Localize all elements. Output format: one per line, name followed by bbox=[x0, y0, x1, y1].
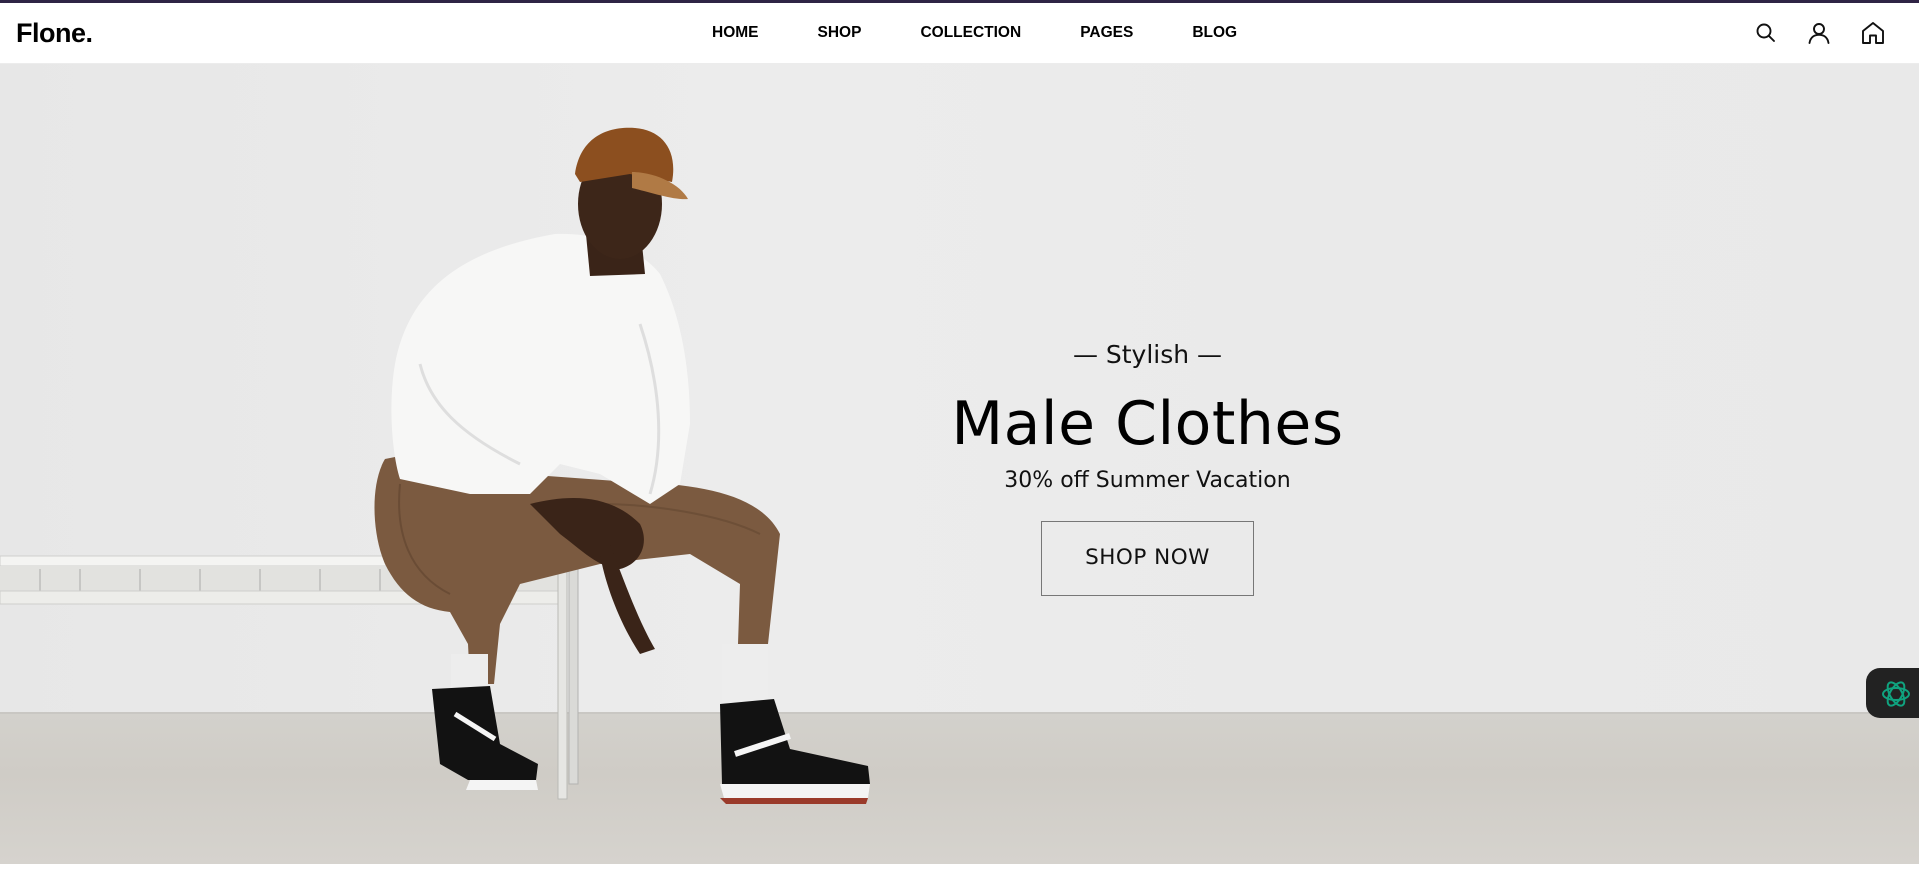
ai-assistant-icon bbox=[1882, 681, 1910, 707]
search-icon[interactable] bbox=[1753, 20, 1779, 46]
header-icons bbox=[0, 3, 1919, 64]
hero-headline: Male Clothes bbox=[951, 389, 1344, 459]
below-hero-area bbox=[0, 864, 1919, 896]
shop-now-button[interactable]: SHOP NOW bbox=[1041, 521, 1254, 596]
site-header: Flone. HOME SHOP COLLECTION PAGES BLOG bbox=[0, 3, 1919, 64]
hero-subheading: 30% off Summer Vacation bbox=[1004, 468, 1291, 493]
model-figure bbox=[374, 127, 870, 804]
hero-copy: — Stylish — Male Clothes 30% off Summer … bbox=[900, 340, 1395, 596]
hero-kicker: — Stylish — bbox=[1072, 340, 1223, 369]
hero-banner: — Stylish — Male Clothes 30% off Summer … bbox=[0, 64, 1919, 864]
user-icon[interactable] bbox=[1806, 20, 1832, 46]
home-icon[interactable] bbox=[1860, 20, 1886, 46]
chatbot-widget-button[interactable] bbox=[1866, 668, 1919, 718]
